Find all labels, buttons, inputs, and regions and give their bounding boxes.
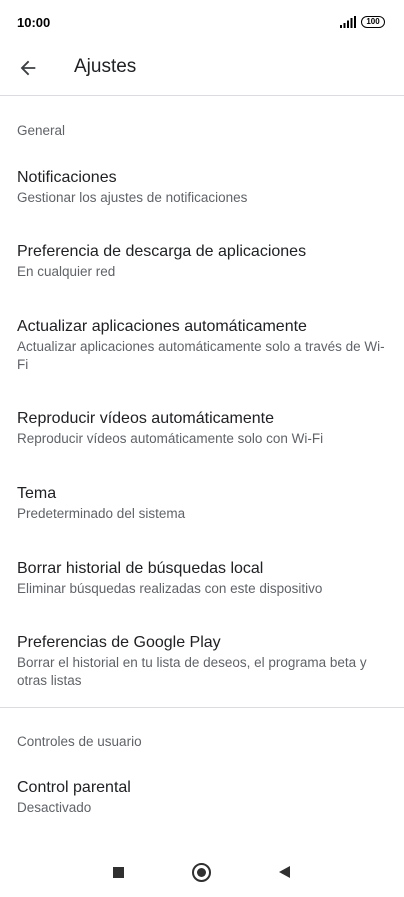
signal-icon (340, 16, 356, 28)
setting-tema[interactable]: Tema Predeterminado del sistema (0, 484, 404, 523)
setting-subtitle: Borrar el historial en tu lista de deseo… (17, 655, 367, 688)
status-time: 10:00 (17, 15, 51, 30)
setting-preferencia-descarga[interactable]: Preferencia de descarga de aplicaciones … (0, 242, 404, 281)
system-nav-bar (0, 848, 404, 897)
setting-subtitle: Predeterminado del sistema (17, 506, 186, 521)
section-header-user-controls: Controles de usuario (17, 734, 142, 749)
setting-actualizar-aplicaciones[interactable]: Actualizar aplicaciones automáticamente … (0, 317, 404, 374)
app-bar: Ajustes (0, 44, 404, 96)
section-divider (0, 707, 404, 708)
square-icon[interactable] (113, 867, 124, 878)
circle-icon[interactable] (192, 863, 211, 882)
setting-subtitle: En cualquier red (17, 264, 116, 279)
setting-subtitle: Eliminar búsquedas realizadas con este d… (17, 581, 323, 596)
battery-icon: 100 (361, 16, 385, 28)
page-title: Ajustes (74, 56, 137, 77)
setting-reproducir-videos[interactable]: Reproducir vídeos automáticamente Reprod… (0, 409, 404, 448)
setting-subtitle: Desactivado (17, 800, 92, 815)
setting-title: Actualizar aplicaciones automáticamente (17, 318, 307, 335)
setting-title: Preferencias de Google Play (17, 634, 221, 651)
setting-notificaciones[interactable]: Notificaciones Gestionar los ajustes de … (0, 168, 404, 207)
triangle-left-icon[interactable] (279, 866, 290, 878)
section-header-general: General (17, 123, 66, 138)
setting-title: Control parental (17, 779, 131, 796)
setting-borrar-historial[interactable]: Borrar historial de búsquedas local Elim… (0, 559, 404, 598)
setting-subtitle: Gestionar los ajustes de notificaciones (17, 190, 248, 205)
setting-title: Notificaciones (17, 169, 117, 186)
setting-title: Tema (17, 485, 57, 502)
setting-preferencias-google-play[interactable]: Preferencias de Google Play Borrar el hi… (0, 633, 404, 690)
arrow-left-icon (20, 60, 36, 76)
setting-title: Borrar historial de búsquedas local (17, 560, 264, 577)
status-bar: 10:00 100 (0, 0, 404, 44)
setting-subtitle: Actualizar aplicaciones automáticamente … (17, 339, 385, 372)
back-button[interactable] (14, 54, 42, 82)
setting-subtitle: Reproducir vídeos automáticamente solo c… (17, 431, 324, 446)
setting-control-parental[interactable]: Control parental Desactivado (0, 778, 404, 817)
home-dot (197, 868, 206, 877)
setting-title: Reproducir vídeos automáticamente (17, 410, 275, 427)
setting-title: Preferencia de descarga de aplicaciones (17, 243, 307, 260)
